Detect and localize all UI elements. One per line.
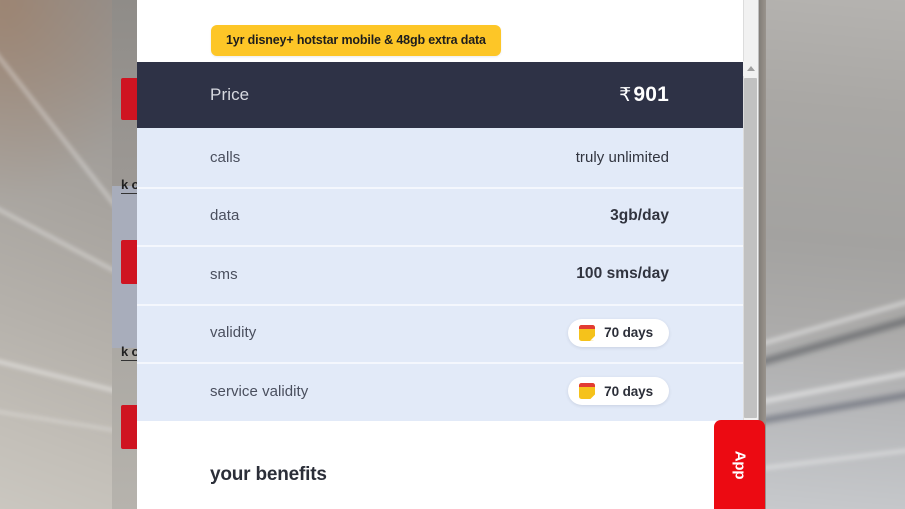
promo-badge: 1yr disney+ hotstar mobile & 48gb extra … bbox=[211, 25, 501, 56]
sliver-red-block[interactable] bbox=[121, 78, 137, 120]
spec-key: data bbox=[210, 207, 240, 225]
calendar-icon bbox=[579, 383, 596, 400]
spec-value: 70 days bbox=[604, 383, 653, 399]
benefits-section-title: your benefits bbox=[210, 464, 327, 485]
screen-root: k o k o 1yr disney+ hotstar mobile & 48g… bbox=[0, 0, 905, 509]
download-app-tab[interactable]: App bbox=[714, 420, 765, 509]
plan-detail-card: 1yr disney+ hotstar mobile & 48gb extra … bbox=[137, 0, 757, 509]
scroll-up-button[interactable] bbox=[743, 61, 758, 76]
background-page-sliver: k o k o bbox=[112, 0, 137, 509]
spec-value: 70 days bbox=[604, 325, 653, 341]
table-row: service validity 70 days bbox=[137, 362, 743, 421]
download-app-tab-label: App bbox=[731, 450, 748, 479]
sliver-link-text[interactable]: k o bbox=[121, 344, 137, 361]
price-amount: 901 bbox=[633, 83, 669, 106]
table-row: sms 100 sms/day bbox=[137, 245, 743, 304]
spec-value: 3gb/day bbox=[610, 206, 669, 224]
validity-pill: 70 days bbox=[568, 318, 669, 347]
table-row: calls truly unlimited bbox=[137, 128, 743, 187]
service-validity-pill: 70 days bbox=[568, 377, 669, 406]
spec-key: service validity bbox=[210, 382, 309, 400]
sliver-link-text[interactable]: k o bbox=[121, 177, 137, 194]
spec-value: truly unlimited bbox=[575, 148, 669, 166]
background-photo-right bbox=[766, 0, 905, 509]
table-row: data 3gb/day bbox=[137, 186, 743, 245]
plan-spec-table: calls truly unlimited data 3gb/day sms 1… bbox=[137, 128, 743, 421]
table-row: validity 70 days bbox=[137, 303, 743, 362]
sliver-band bbox=[112, 282, 137, 348]
sliver-red-block[interactable] bbox=[121, 405, 137, 449]
price-header: Price ₹901 bbox=[137, 62, 743, 128]
price-label: Price bbox=[210, 85, 250, 104]
sliver-red-block[interactable] bbox=[121, 240, 137, 284]
spec-value: 100 sms/day bbox=[576, 265, 669, 283]
price-value: ₹901 bbox=[619, 83, 669, 107]
calendar-icon bbox=[579, 324, 596, 341]
vertical-scrollbar-thumb[interactable] bbox=[744, 78, 757, 418]
rupee-symbol-icon: ₹ bbox=[619, 85, 632, 106]
spec-key: sms bbox=[210, 265, 238, 283]
chevron-up-icon bbox=[746, 66, 755, 71]
spec-key: calls bbox=[210, 148, 241, 166]
spec-key: validity bbox=[210, 324, 257, 342]
